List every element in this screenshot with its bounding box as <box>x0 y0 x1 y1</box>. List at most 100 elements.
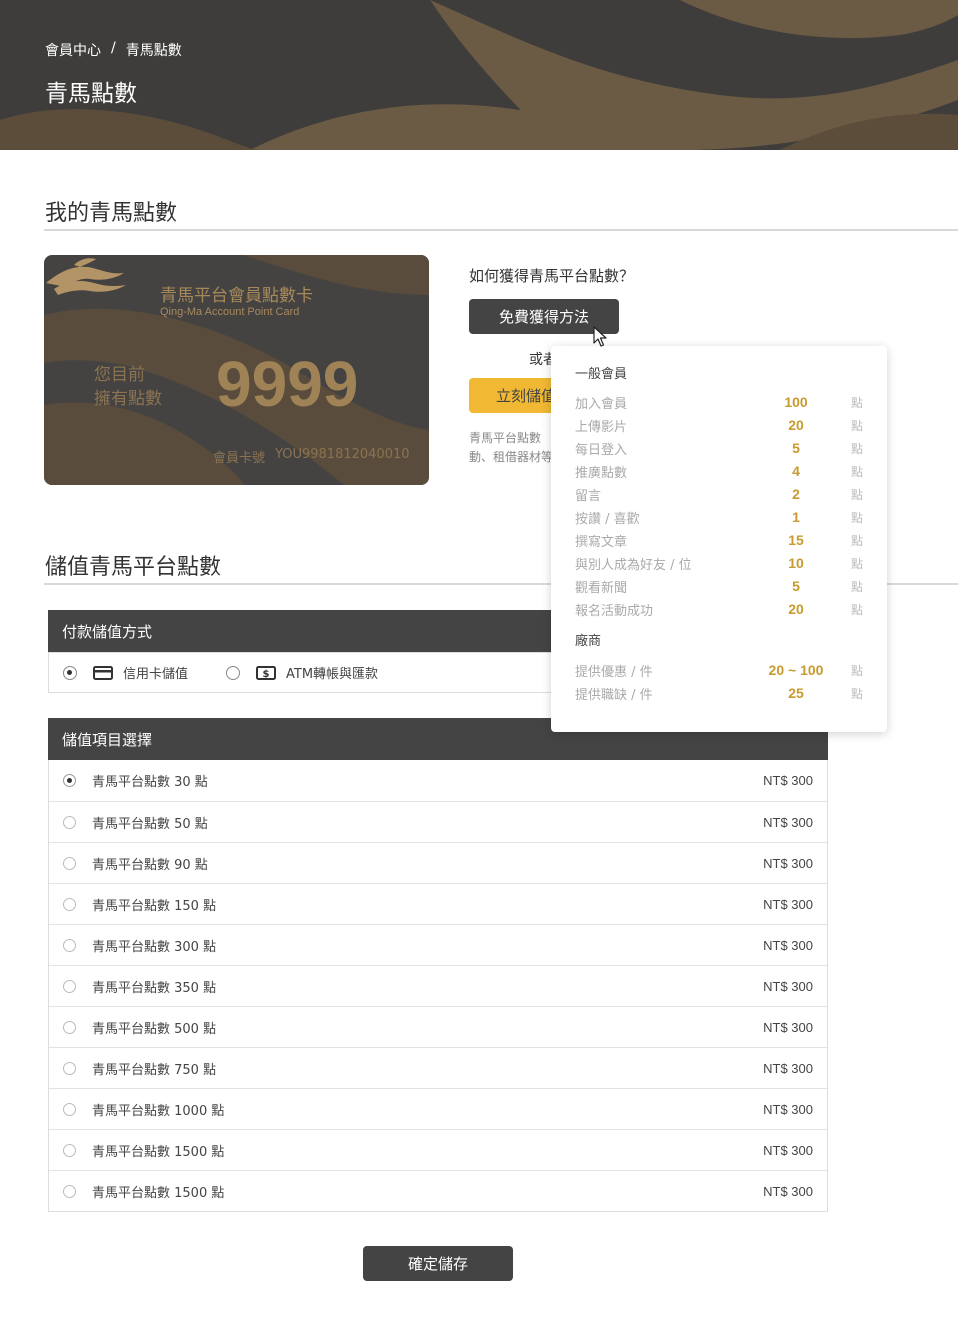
topup-item-row[interactable]: 青馬平台點數 150 點 NT$ 300 <box>49 883 827 924</box>
popover-reward-row: 加入會員 100 點 <box>575 392 865 412</box>
payment-option-label: 信用卡儲值 <box>123 667 189 682</box>
topup-item-radio[interactable] <box>63 1020 76 1034</box>
card-number-value: YOU9981812040010 <box>275 447 410 462</box>
popover-reward-unit: 點 <box>851 418 864 433</box>
card-label-line1: 您目前 <box>94 365 145 385</box>
page-banner: 會員中心 / 青馬點數 青馬點數 <box>0 0 958 150</box>
money-icon: $ <box>256 665 277 680</box>
popover-reward-name: 提供優惠 / 件 <box>575 664 653 680</box>
popover-reward-unit: 點 <box>851 510 864 525</box>
popover-reward-unit: 點 <box>851 602 864 617</box>
popover-group-member: 一般會員 <box>575 367 628 382</box>
popover-reward-row: 報名活動成功 20 點 <box>575 599 865 619</box>
popover-reward-row: 留言 2 點 <box>575 484 865 504</box>
popover-reward-name: 加入會員 <box>575 396 628 412</box>
popover-reward-value: 10 <box>788 555 804 571</box>
topup-item-row[interactable]: 青馬平台點數 50 點 NT$ 300 <box>49 801 827 842</box>
topup-item-radio[interactable] <box>63 856 76 870</box>
popover-reward-unit: 點 <box>851 533 864 548</box>
topup-item-radio[interactable] <box>63 897 76 911</box>
topup-item-label: 青馬平台點數 1500 點 <box>92 1185 225 1201</box>
popover-reward-value: 5 <box>792 578 800 594</box>
credit-card-icon <box>93 665 113 680</box>
card-points-label: 您目前 擁有點數 <box>94 363 184 411</box>
topup-item-row[interactable]: 青馬平台點數 1500 點 NT$ 300 <box>49 1170 827 1211</box>
topup-item-radio[interactable] <box>63 979 76 993</box>
breadcrumb-separator: / <box>111 40 116 56</box>
popover-group-vendor: 廠商 <box>575 634 602 649</box>
points-note: 青馬平台點數 動、租借器材等 <box>469 429 559 467</box>
payment-radio-atm[interactable] <box>226 665 241 680</box>
topup-item-row[interactable]: 青馬平台點數 1000 點 NT$ 300 <box>49 1088 827 1129</box>
points-note-line1: 青馬平台點數 <box>469 431 542 445</box>
topup-item-row[interactable]: 青馬平台點數 350 點 NT$ 300 <box>49 965 827 1006</box>
topup-item-label: 青馬平台點數 750 點 <box>92 1062 217 1078</box>
free-methods-popover: 一般會員 廠商 加入會員 100 點上傳影片 20 點每日登入 5 點推廣點數 4 點留言 2 點按… <box>551 346 887 732</box>
popover-reward-value: 20 <box>788 417 804 433</box>
topup-item-price: NT$ 300 <box>763 937 813 953</box>
popover-reward-name: 觀看新聞 <box>575 580 628 596</box>
point-card: 青馬平台會員點數卡 Qing-Ma Account Point Card 您目前… <box>44 255 429 485</box>
popover-reward-unit: 點 <box>851 487 864 502</box>
topup-item-radio[interactable] <box>63 1143 76 1157</box>
topup-item-radio[interactable] <box>63 938 76 952</box>
card-number: 會員卡號 YOU9981812040010 <box>213 447 410 466</box>
topup-item-price: NT$ 300 <box>763 1101 813 1117</box>
popover-reward-unit: 點 <box>851 441 864 456</box>
breadcrumb: 會員中心 / 青馬點數 <box>45 40 182 60</box>
topup-item-row[interactable]: 青馬平台點數 500 點 NT$ 300 <box>49 1006 827 1047</box>
topup-item-radio[interactable] <box>63 774 76 787</box>
popover-reward-row: 觀看新聞 5 點 <box>575 576 865 596</box>
popover-reward-value: 4 <box>792 463 800 479</box>
popover-reward-unit: 點 <box>851 556 864 571</box>
popover-reward-row: 提供職缺 / 件 25 點 <box>575 683 865 703</box>
popover-reward-unit: 點 <box>851 395 864 410</box>
payment-option-credit-card[interactable]: 信用卡儲值 <box>63 663 188 682</box>
horse-logo-icon <box>46 258 126 295</box>
popover-reward-value: 2 <box>792 486 800 502</box>
topup-item-row[interactable]: 青馬平台點數 90 點 NT$ 300 <box>49 842 827 883</box>
topup-item-row[interactable]: 青馬平台點數 30 點 NT$ 300 <box>49 760 827 801</box>
popover-reward-unit: 點 <box>851 663 864 678</box>
section-divider <box>44 229 958 231</box>
popover-reward-value: 20 <box>788 601 804 617</box>
payment-radio-credit-card[interactable] <box>63 665 77 680</box>
topup-item-label: 青馬平台點數 1500 點 <box>92 1144 225 1160</box>
payment-option-atm[interactable]: $ ATM轉帳與匯款 <box>226 663 378 682</box>
topup-item-price: NT$ 300 <box>763 1060 813 1076</box>
topup-item-radio[interactable] <box>63 1184 76 1198</box>
topup-item-label: 青馬平台點數 300 點 <box>92 939 217 955</box>
popover-reward-unit: 點 <box>851 464 864 479</box>
topup-items-list: 青馬平台點數 30 點 NT$ 300 青馬平台點數 50 點 NT$ 300 青馬平台… <box>48 760 828 1212</box>
topup-item-radio[interactable] <box>63 1102 76 1116</box>
topup-item-row[interactable]: 青馬平台點數 300 點 NT$ 300 <box>49 924 827 965</box>
topup-item-row[interactable]: 青馬平台點數 750 點 NT$ 300 <box>49 1047 827 1088</box>
topup-item-radio[interactable] <box>63 1061 76 1075</box>
topup-item-price: NT$ 300 <box>763 1183 813 1199</box>
card-number-label: 會員卡號 <box>213 451 266 466</box>
popover-reward-name: 每日登入 <box>575 442 628 458</box>
popover-reward-unit: 點 <box>851 579 864 594</box>
popover-reward-value: 20 ~ 100 <box>768 662 824 678</box>
popover-reward-name: 提供職缺 / 件 <box>575 687 653 703</box>
breadcrumb-home-link[interactable]: 會員中心 <box>45 40 101 60</box>
topup-heading: 儲值青馬平台點數 <box>45 555 222 580</box>
topup-item-row[interactable]: 青馬平台點數 1500 點 NT$ 300 <box>49 1129 827 1170</box>
popover-reward-value: 15 <box>788 532 804 548</box>
topup-item-label: 青馬平台點數 50 點 <box>92 816 208 832</box>
popover-reward-value: 1 <box>792 509 800 525</box>
popover-reward-unit: 點 <box>851 686 864 701</box>
breadcrumb-current: 青馬點數 <box>125 43 182 59</box>
popover-reward-name: 推廣點數 <box>575 465 628 481</box>
topup-item-price: NT$ 300 <box>763 773 813 788</box>
payment-option-label: ATM轉帳與匯款 <box>286 667 379 682</box>
page-title: 青馬點數 <box>45 81 137 107</box>
popover-reward-row: 撰寫文章 15 點 <box>575 530 865 550</box>
topup-item-label: 青馬平台點數 500 點 <box>92 1021 217 1037</box>
confirm-save-button[interactable]: 確定儲存 <box>363 1246 513 1281</box>
card-points-value: 9999 <box>216 348 359 420</box>
popover-reward-name: 按讚 / 喜歡 <box>575 511 640 527</box>
topup-item-price: NT$ 300 <box>763 978 813 994</box>
topup-item-label: 青馬平台點數 150 點 <box>92 898 217 914</box>
topup-item-radio[interactable] <box>63 815 76 829</box>
